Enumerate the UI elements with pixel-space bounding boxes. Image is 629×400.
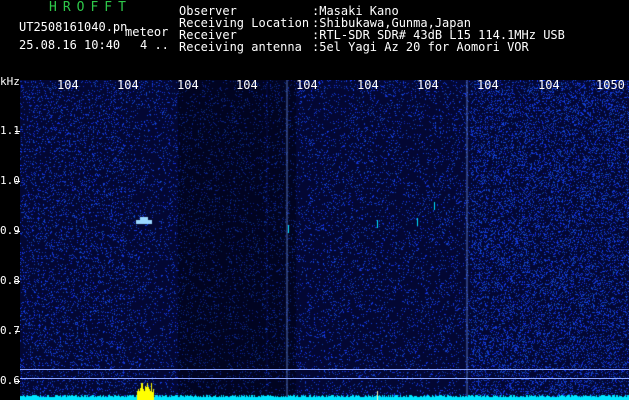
reference-line-upper bbox=[20, 369, 629, 370]
y-tick-mark bbox=[15, 331, 20, 332]
reference-line-lower bbox=[20, 378, 629, 379]
file-name: UT2508161040.pn bbox=[19, 20, 128, 34]
x-tick-label: 104 bbox=[296, 78, 318, 92]
y-tick-mark bbox=[15, 131, 20, 132]
x-tick-label: 104 bbox=[538, 78, 560, 92]
hrofft-window: HROFFT UT2508161040.pn meteor 25.08.16 1… bbox=[0, 0, 629, 400]
meteor-tag: meteor bbox=[125, 25, 169, 39]
antenna-value: :5el Yagi Az 20 for Aomori VOR bbox=[312, 40, 529, 54]
x-tick-label: 104 bbox=[477, 78, 499, 92]
x-tick-label: 1050 bbox=[596, 78, 625, 92]
x-tick-label: 104 bbox=[117, 78, 139, 92]
spectrogram bbox=[20, 80, 629, 400]
app-title: HROFFT bbox=[49, 0, 132, 15]
x-tick-label: 104 bbox=[177, 78, 199, 92]
antenna-label: Receiving antenna bbox=[179, 40, 302, 54]
date-time: 25.08.16 10:40 bbox=[19, 38, 121, 52]
meteor-count: 4 .. bbox=[140, 38, 169, 52]
y-axis-unit: kHz bbox=[0, 75, 20, 88]
x-tick-label: 104 bbox=[236, 78, 258, 92]
spectrogram-noise bbox=[20, 80, 629, 400]
y-tick-mark bbox=[15, 381, 20, 382]
y-tick-mark bbox=[15, 281, 20, 282]
x-tick-label: 104 bbox=[357, 78, 379, 92]
x-tick-label: 104 bbox=[417, 78, 439, 92]
y-tick-mark bbox=[15, 231, 20, 232]
y-tick-mark bbox=[15, 181, 20, 182]
x-tick-label: 104 bbox=[57, 78, 79, 92]
